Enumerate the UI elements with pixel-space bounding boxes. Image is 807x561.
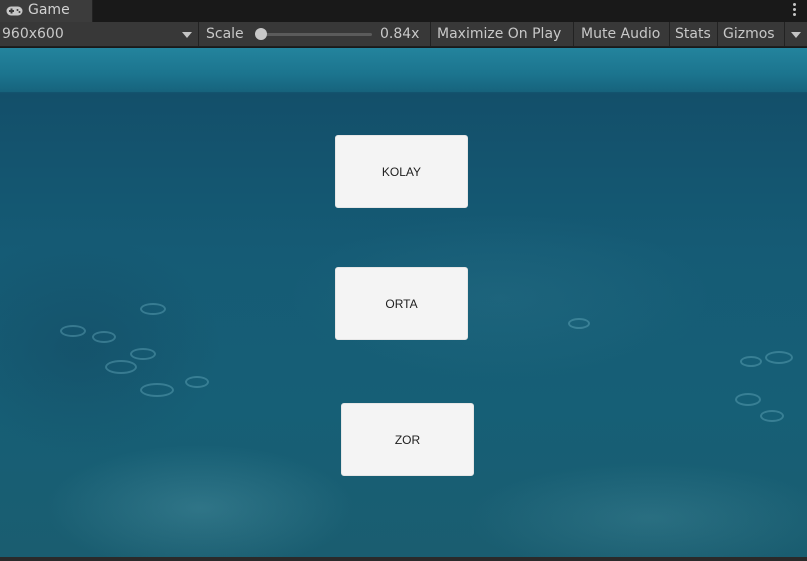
resolution-dropdown[interactable]: 960x600	[0, 22, 198, 46]
gizmos-dropdown-icon[interactable]	[791, 32, 801, 38]
scale-slider-track[interactable]	[262, 33, 372, 36]
more-options-icon[interactable]	[793, 2, 797, 18]
easy-button[interactable]: KOLAY	[335, 135, 468, 208]
chevron-down-icon	[182, 32, 192, 38]
bubble-decoration	[105, 360, 137, 374]
stats-toggle[interactable]: Stats	[675, 22, 715, 46]
medium-button[interactable]: ORTA	[335, 267, 468, 340]
toolbar-divider	[669, 22, 670, 46]
scale-slider-handle[interactable]	[255, 28, 267, 40]
hard-button[interactable]: ZOR	[341, 403, 474, 476]
toolbar-divider	[573, 22, 574, 46]
scale-value: 0.84x	[380, 26, 420, 42]
maximize-on-play-toggle[interactable]: Maximize On Play	[437, 22, 570, 46]
game-viewport: KOLAY ORTA ZOR	[0, 48, 807, 557]
bubble-decoration	[760, 410, 784, 422]
game-tab[interactable]: Game	[0, 0, 93, 23]
bottom-border	[0, 557, 807, 561]
game-tab-label: Game	[28, 2, 70, 18]
bubble-decoration	[130, 348, 156, 360]
bubble-decoration	[140, 383, 174, 397]
bubble-decoration	[765, 351, 793, 364]
bubble-decoration	[92, 331, 116, 343]
toolbar-divider	[198, 22, 199, 46]
scale-label: Scale	[206, 26, 244, 42]
toolbar-divider	[717, 22, 718, 46]
bubble-decoration	[568, 318, 590, 329]
game-view-toolbar: 960x600 Scale 0.84x Maximize On Play Mut…	[0, 22, 807, 47]
editor-tab-bar: Game	[0, 0, 807, 23]
toolbar-divider	[784, 22, 785, 46]
bubble-decoration	[185, 376, 209, 388]
bubble-decoration	[735, 393, 761, 406]
resolution-value: 960x600	[2, 26, 64, 42]
gamepad-icon	[6, 6, 23, 16]
mute-audio-toggle[interactable]: Mute Audio	[581, 22, 666, 46]
bubble-decoration	[140, 303, 166, 315]
toolbar-divider	[430, 22, 431, 46]
bubble-decoration	[60, 325, 86, 337]
gizmos-toggle[interactable]: Gizmos	[723, 22, 783, 46]
water-surface	[0, 48, 807, 92]
bubble-decoration	[740, 356, 762, 367]
